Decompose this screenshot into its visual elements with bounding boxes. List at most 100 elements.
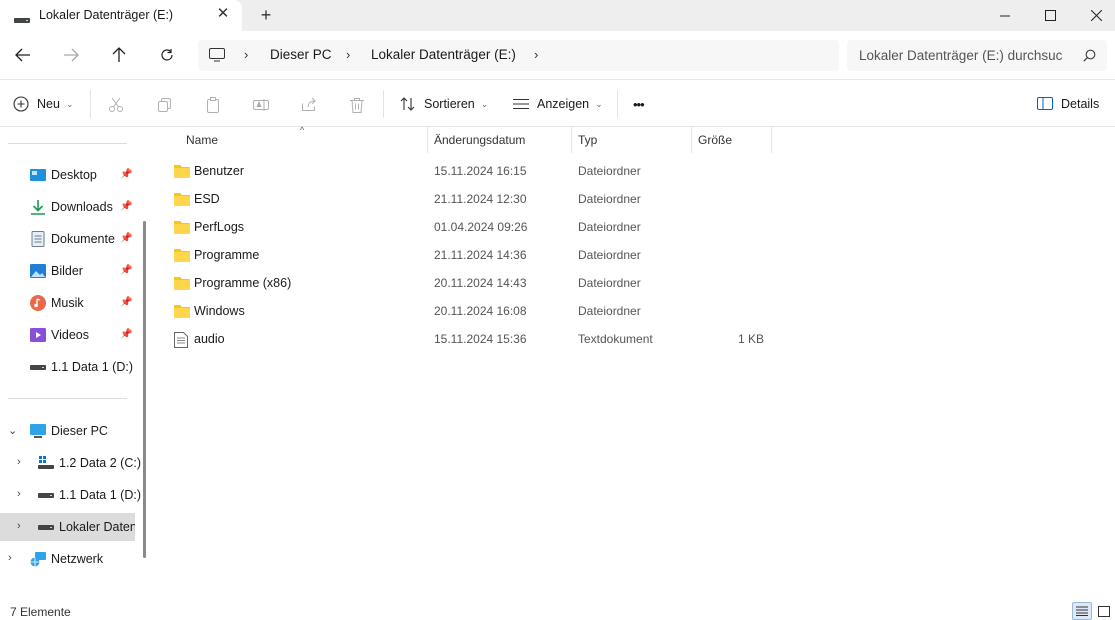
tiles-view-button[interactable] bbox=[1094, 602, 1114, 620]
file-name: ESD bbox=[194, 192, 220, 206]
chevron-down-icon[interactable]: ⌄ bbox=[8, 424, 17, 437]
sidebar-item-label: Desktop bbox=[51, 168, 97, 182]
documents-icon bbox=[30, 231, 46, 247]
forward-button[interactable] bbox=[59, 43, 83, 67]
minimize-button[interactable] bbox=[982, 0, 1028, 31]
sort-label: Sortieren bbox=[424, 97, 475, 111]
sidebar-item-drive-c[interactable]: › 1.2 Data 2 (C:) bbox=[0, 449, 141, 477]
list-view-icon bbox=[513, 98, 529, 110]
column-header-date[interactable]: Änderungsdatum bbox=[428, 127, 571, 153]
sidebar-item-label: 1.1 Data 1 (D:) bbox=[51, 360, 133, 374]
chevron-right-icon[interactable]: › bbox=[534, 47, 538, 62]
divider bbox=[8, 143, 127, 144]
table-row[interactable]: Windows 20.11.2024 16:08 Dateiordner bbox=[170, 297, 770, 325]
title-bar: Lokaler Datenträger (E:) ✕ + bbox=[0, 0, 1115, 31]
folder-icon bbox=[174, 192, 190, 209]
tiles-view-icon bbox=[1098, 605, 1110, 617]
divider bbox=[8, 398, 127, 399]
file-type: Dateiordner bbox=[578, 164, 641, 178]
pin-icon[interactable]: 📌 bbox=[120, 329, 132, 340]
sidebar-item-documents[interactable]: Dokumente 📌 bbox=[0, 225, 135, 253]
cut-button[interactable] bbox=[106, 95, 126, 115]
breadcrumb-current[interactable]: Lokaler Datenträger (E:) bbox=[371, 47, 516, 62]
file-date: 21.11.2024 12:30 bbox=[434, 192, 527, 206]
more-options-button[interactable]: ••• bbox=[633, 93, 645, 115]
column-header-type[interactable]: Typ bbox=[572, 127, 691, 153]
share-button[interactable] bbox=[299, 95, 319, 115]
sidebar-item-network[interactable]: › Netzwerk bbox=[0, 545, 135, 573]
table-row[interactable]: audio 15.11.2024 15:36 Textdokument 1 KB bbox=[170, 325, 770, 353]
column-divider[interactable] bbox=[771, 127, 772, 153]
view-button[interactable]: Anzeigen ⌄ bbox=[513, 93, 603, 115]
paste-button[interactable] bbox=[203, 95, 223, 115]
drive-icon bbox=[30, 359, 46, 375]
table-row[interactable]: ESD 21.11.2024 12:30 Dateiordner bbox=[170, 185, 770, 213]
details-label: Details bbox=[1061, 97, 1100, 111]
chevron-down-icon: ⌄ bbox=[65, 98, 74, 109]
chevron-right-icon[interactable]: › bbox=[17, 520, 21, 532]
refresh-button[interactable] bbox=[155, 43, 179, 67]
pin-icon[interactable]: 📌 bbox=[120, 169, 132, 180]
sidebar-item-drive-d[interactable]: 1.1 Data 1 (D:) bbox=[0, 353, 135, 381]
back-button[interactable] bbox=[11, 43, 35, 67]
close-tab-button[interactable]: ✕ bbox=[214, 4, 232, 24]
table-row[interactable]: Programme 21.11.2024 14:36 Dateiordner bbox=[170, 241, 770, 269]
navigation-bar: › Dieser PC › Lokaler Datenträger (E:) ›… bbox=[0, 31, 1115, 79]
sidebar-item-desktop[interactable]: Desktop 📌 bbox=[0, 161, 135, 189]
clipboard-icon bbox=[207, 97, 219, 113]
sidebar-item-pictures[interactable]: Bilder 📌 bbox=[0, 257, 135, 285]
chevron-right-icon[interactable]: › bbox=[244, 47, 248, 62]
search-input[interactable]: Lokaler Datenträger (E:) durchsuc bbox=[859, 48, 1069, 63]
search-box[interactable]: Lokaler Datenträger (E:) durchsuc bbox=[847, 40, 1107, 71]
chevron-right-icon[interactable]: › bbox=[17, 456, 21, 468]
this-pc-icon bbox=[209, 48, 225, 65]
new-tab-button[interactable]: + bbox=[256, 5, 276, 25]
column-header-size[interactable]: Größe bbox=[692, 127, 771, 153]
rename-button[interactable] bbox=[251, 95, 271, 115]
table-row[interactable]: Programme (x86) 20.11.2024 14:43 Dateior… bbox=[170, 269, 770, 297]
details-button[interactable]: Details bbox=[1037, 93, 1099, 115]
sidebar-item-videos[interactable]: Videos 📌 bbox=[0, 321, 135, 349]
sidebar-item-downloads[interactable]: Downloads 📌 bbox=[0, 193, 135, 221]
details-pane-icon bbox=[1037, 97, 1053, 110]
details-view-button[interactable] bbox=[1072, 602, 1092, 620]
arrow-right-icon bbox=[64, 48, 79, 62]
sidebar-scrollbar[interactable] bbox=[143, 221, 146, 558]
tab-active[interactable]: Lokaler Datenträger (E:) ✕ bbox=[0, 0, 242, 31]
address-bar[interactable]: › Dieser PC › Lokaler Datenträger (E:) › bbox=[198, 40, 839, 71]
refresh-icon bbox=[161, 49, 173, 61]
divider bbox=[383, 90, 384, 118]
up-button[interactable] bbox=[107, 43, 131, 67]
sidebar-item-label: Netzwerk bbox=[51, 552, 104, 566]
file-date: 20.11.2024 16:08 bbox=[434, 304, 527, 318]
table-row[interactable]: Benutzer 15.11.2024 16:15 Dateiordner bbox=[170, 157, 770, 185]
sidebar-item-drive-e[interactable]: › Lokaler Datent bbox=[0, 513, 135, 541]
chevron-right-icon[interactable]: › bbox=[346, 47, 350, 62]
column-header-name[interactable]: Name bbox=[180, 127, 427, 153]
sidebar-item-this-pc[interactable]: ⌄ Dieser PC bbox=[0, 417, 135, 445]
view-label: Anzeigen bbox=[537, 97, 590, 111]
close-window-button[interactable] bbox=[1073, 0, 1115, 31]
column-header-label: Änderungsdatum bbox=[434, 133, 526, 147]
breadcrumb-this-pc[interactable]: Dieser PC bbox=[270, 47, 332, 62]
new-button[interactable]: Neu ⌄ bbox=[13, 93, 73, 115]
chevron-right-icon[interactable]: › bbox=[17, 488, 21, 500]
item-count: 7 Elemente bbox=[10, 605, 71, 619]
file-type: Textdokument bbox=[578, 332, 653, 346]
sidebar-item-music[interactable]: Musik 📌 bbox=[0, 289, 135, 317]
pin-icon[interactable]: 📌 bbox=[120, 297, 132, 308]
folder-icon bbox=[174, 304, 190, 321]
file-type: Dateiordner bbox=[578, 192, 641, 206]
maximize-button[interactable] bbox=[1027, 0, 1073, 31]
file-type: Dateiordner bbox=[578, 248, 641, 262]
table-row[interactable]: PerfLogs 01.04.2024 09:26 Dateiordner bbox=[170, 213, 770, 241]
folder-icon bbox=[174, 164, 190, 181]
pin-icon[interactable]: 📌 bbox=[120, 233, 132, 244]
pin-icon[interactable]: 📌 bbox=[120, 265, 132, 276]
sidebar-item-drive-d[interactable]: › 1.1 Data 1 (D:) bbox=[0, 481, 141, 509]
pin-icon[interactable]: 📌 bbox=[120, 201, 132, 212]
chevron-right-icon[interactable]: › bbox=[8, 552, 12, 564]
delete-button[interactable] bbox=[347, 95, 367, 115]
copy-button[interactable] bbox=[155, 95, 175, 115]
sort-button[interactable]: Sortieren ⌄ bbox=[400, 93, 488, 115]
